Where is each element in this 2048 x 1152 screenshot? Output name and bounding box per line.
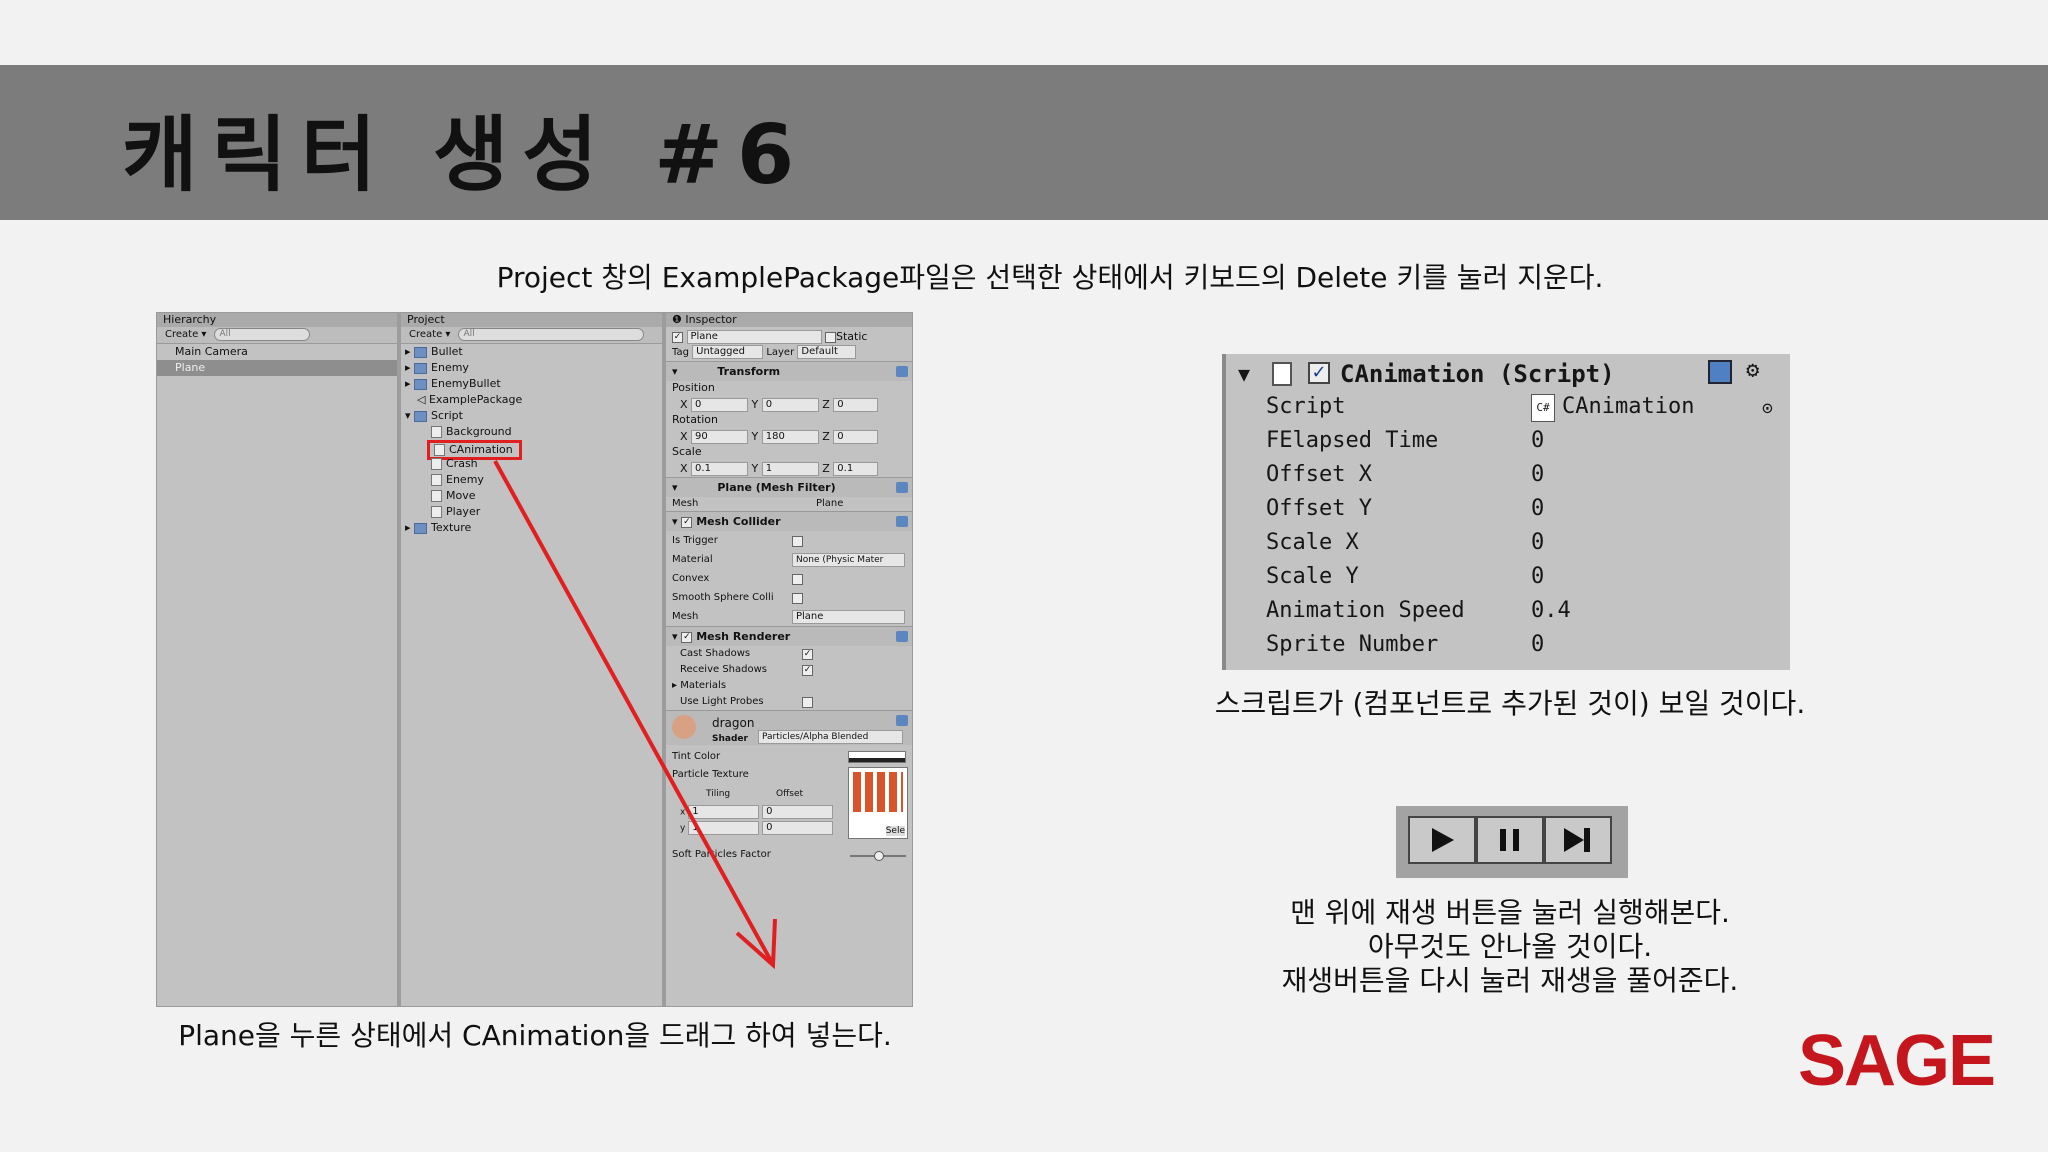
field-value-sprite-number[interactable]: 0 [1531, 632, 1544, 657]
field-label-offset-x: Offset X [1266, 462, 1372, 487]
caption-line-1: 맨 위에 재생 버튼을 눌러 실행해본다. [1290, 896, 1730, 929]
field-value-scale-y[interactable]: 0 [1531, 564, 1544, 589]
field-value-scale-x[interactable]: 0 [1531, 530, 1544, 555]
pause-icon [1500, 829, 1519, 851]
field-value-script[interactable]: CAnimation [1562, 394, 1694, 419]
collapse-arrow-icon[interactable]: ▼ [1238, 362, 1250, 386]
step-button[interactable] [1544, 816, 1612, 864]
play-button[interactable] [1408, 816, 1476, 864]
cs-script-icon: C# [1531, 394, 1555, 422]
field-value-felapsed-time[interactable]: 0 [1531, 428, 1544, 453]
field-label-sprite-number: Sprite Number [1266, 632, 1439, 657]
script-file-icon [1272, 362, 1292, 386]
play-icon [1432, 828, 1454, 852]
slide-title: 캐릭터 생성 #6 [122, 108, 809, 203]
caption-line-3: 재생버튼을 다시 눌러 재생을 풀어준다. [1281, 964, 1739, 997]
unity-editor-screenshot: Hierarchy Create ▾ All Main Camera Plane … [156, 312, 913, 1007]
canimation-component-panel: ▼ ✓ CAnimation (Script) ⚙ Script C# CAni… [1222, 354, 1790, 670]
field-label-offset-y: Offset Y [1266, 496, 1372, 521]
field-label-scale-y: Scale Y [1266, 564, 1359, 589]
field-label-script: Script [1266, 394, 1346, 419]
enabled-checkbox[interactable]: ✓ [1308, 362, 1330, 384]
step-icon [1564, 828, 1590, 852]
field-label-animation-speed: Animation Speed [1266, 598, 1465, 623]
component-title: CAnimation (Script) [1340, 360, 1615, 388]
caption-right-bottom: 맨 위에 재생 버튼을 눌러 실행해본다. 아무것도 안나올 것이다. 재생버튼… [1140, 896, 1880, 998]
help-book-icon[interactable] [1708, 360, 1732, 384]
field-value-animation-speed[interactable]: 0.4 [1531, 598, 1571, 623]
caption-right-mid: 스크립트가 (컴포넌트로 추가된 것이) 보일 것이다. [1214, 687, 1806, 720]
pause-button[interactable] [1476, 816, 1544, 864]
gear-icon[interactable]: ⚙ [1746, 358, 1759, 383]
drag-arrow [493, 460, 777, 970]
sage-logo: SAGE [1798, 1021, 1996, 1101]
caption-line-2: 아무것도 안나올 것이다. [1367, 930, 1653, 963]
field-value-offset-x[interactable]: 0 [1531, 462, 1544, 487]
object-picker-icon[interactable]: ⊙ [1762, 398, 1773, 419]
caption-bottom-left: Plane을 누른 상태에서 CAnimation을 드래그 하여 넣는다. [178, 1019, 892, 1052]
field-label-scale-x: Scale X [1266, 530, 1359, 555]
play-controls [1396, 806, 1628, 878]
field-value-offset-y[interactable]: 0 [1531, 496, 1544, 521]
field-label-felapsed-time: FElapsed Time [1266, 428, 1439, 453]
caption-top: Project 창의 ExamplePackage파일은 선택한 상태에서 키보… [496, 261, 1604, 294]
